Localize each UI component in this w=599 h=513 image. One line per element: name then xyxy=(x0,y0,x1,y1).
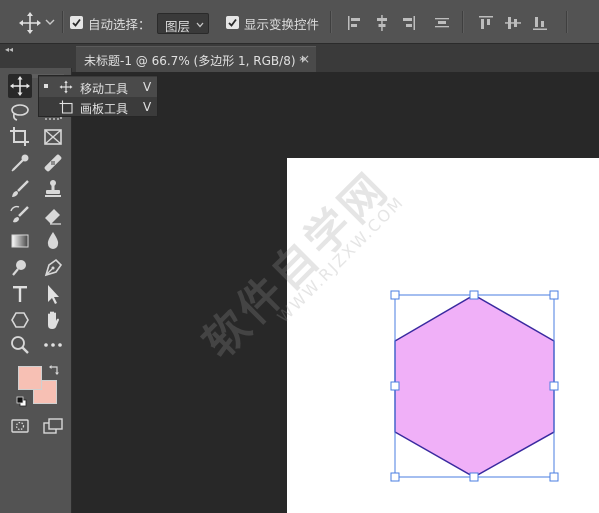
gradient-tool-icon[interactable] xyxy=(8,229,32,253)
blur-tool-icon[interactable] xyxy=(41,229,65,253)
flyout-item-label: 画板工具 xyxy=(80,102,129,116)
chevron-down-icon xyxy=(195,19,205,33)
flyout-item-artboard-tool[interactable]: 画板工具 V xyxy=(39,97,157,117)
selected-bullet-icon xyxy=(44,84,48,88)
dodge-tool-icon[interactable] xyxy=(8,256,32,280)
close-tab-button[interactable]: × xyxy=(300,52,310,66)
handle-middle-right xyxy=(549,381,559,391)
path-selection-tool-icon[interactable] xyxy=(41,282,65,306)
align-top-edges-icon[interactable] xyxy=(476,13,496,33)
foreground-color-swatch[interactable] xyxy=(18,366,42,390)
default-colors-icon[interactable] xyxy=(16,396,27,407)
distribute-vertical-icon[interactable] xyxy=(432,13,452,33)
handle-middle-left xyxy=(390,381,400,391)
quick-mask-icon[interactable] xyxy=(8,414,32,438)
align-vertical-centers-icon[interactable] xyxy=(503,13,523,33)
healing-brush-tool-icon[interactable] xyxy=(41,151,65,175)
screen-mode-icon[interactable] xyxy=(41,414,65,438)
more-tools-icon[interactable] xyxy=(41,333,65,357)
type-tool-icon[interactable] xyxy=(8,282,32,306)
auto-select-target-value: 图层 xyxy=(165,19,191,34)
brush-tool-icon[interactable] xyxy=(8,177,32,201)
move-tool-flyout: 移动工具 V 画板工具 V xyxy=(38,75,158,117)
hexagon-shape xyxy=(394,294,555,478)
auto-select-checkbox[interactable] xyxy=(70,16,83,29)
collapse-toolbar-button[interactable]: ◂◂ xyxy=(5,45,13,54)
align-right-edges-icon[interactable] xyxy=(398,13,418,33)
separator xyxy=(462,11,464,33)
separator xyxy=(566,11,568,33)
handle-top-left xyxy=(390,290,400,300)
handle-bottom-left xyxy=(390,472,400,482)
flyout-item-shortcut: V xyxy=(143,100,152,114)
align-left-edges-icon[interactable] xyxy=(345,13,365,33)
hexagon-layer[interactable] xyxy=(388,290,560,482)
move-tool-icon[interactable] xyxy=(8,74,32,98)
separator xyxy=(330,11,332,33)
shape-tool-icon[interactable] xyxy=(8,308,32,332)
flyout-item-shortcut: V xyxy=(143,80,152,94)
frame-tool-icon[interactable] xyxy=(41,125,65,149)
show-transform-checkbox[interactable] xyxy=(226,16,239,29)
artboard-tool-icon xyxy=(59,100,73,117)
hand-tool-icon[interactable] xyxy=(41,308,65,332)
toolbar-header: ◂◂ xyxy=(0,44,72,68)
document-tab[interactable]: 未标题-1 @ 66.7% (多边形 1, RGB/8) * × xyxy=(76,46,316,72)
pen-tool-icon[interactable] xyxy=(41,256,65,280)
separator xyxy=(62,11,64,33)
move-tool-icon xyxy=(59,80,73,97)
auto-select-label: 自动选择： xyxy=(88,17,151,32)
clone-stamp-tool-icon[interactable] xyxy=(41,177,65,201)
flyout-item-move-tool[interactable]: 移动工具 V xyxy=(39,77,157,97)
handle-bottom-center xyxy=(469,472,479,482)
crop-tool-icon[interactable] xyxy=(8,125,32,149)
flyout-item-label: 移动工具 xyxy=(80,82,129,96)
history-brush-tool-icon[interactable] xyxy=(8,203,32,227)
align-bottom-edges-icon[interactable] xyxy=(530,13,550,33)
handle-top-center xyxy=(469,290,479,300)
zoom-tool-icon[interactable] xyxy=(8,333,32,357)
handle-top-right xyxy=(549,290,559,300)
document-tab-title: 未标题-1 @ 66.7% (多边形 1, RGB/8) * xyxy=(84,54,306,68)
lasso-tool-icon[interactable] xyxy=(8,100,32,124)
chevron-down-icon[interactable] xyxy=(44,16,56,28)
handle-bottom-right xyxy=(549,472,559,482)
align-horizontal-centers-icon[interactable] xyxy=(372,13,392,33)
eyedropper-tool-icon[interactable] xyxy=(8,151,32,175)
swap-colors-icon[interactable] xyxy=(48,364,60,376)
auto-select-target-dropdown[interactable]: 图层 xyxy=(157,13,209,34)
options-bar: 自动选择： 图层 显示变换控件 xyxy=(0,0,599,44)
move-tool-preset-icon[interactable] xyxy=(18,11,42,35)
eraser-tool-icon[interactable] xyxy=(41,203,65,227)
show-transform-label: 显示变换控件 xyxy=(244,17,320,32)
